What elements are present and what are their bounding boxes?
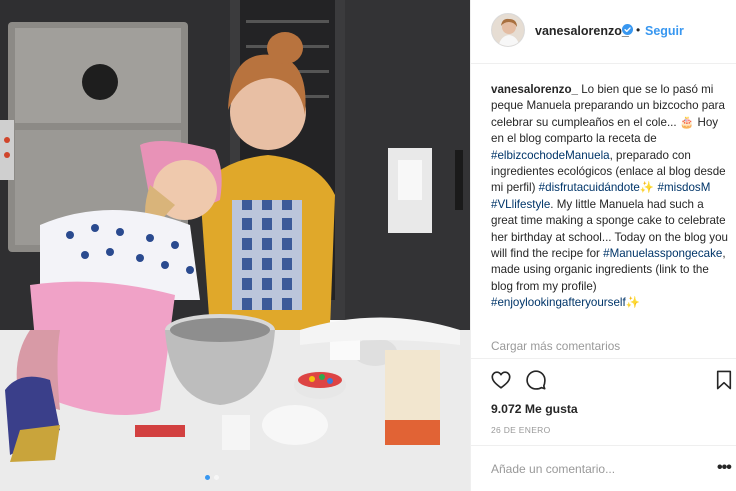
post-header: vanesalorenzo_ • Seguir: [471, 0, 736, 64]
avatar-image: [492, 14, 524, 46]
photo-illustration: [0, 0, 470, 491]
caption-username-link[interactable]: vanesalorenzo_: [491, 83, 578, 96]
cake-emoji: 🎂: [679, 115, 695, 129]
more-options-button[interactable]: •••: [717, 459, 732, 477]
hashtag-link[interactable]: #VLlifestyle: [491, 198, 550, 211]
post-sidebar: vanesalorenzo_ • Seguir vanesalorenzo_ L…: [470, 0, 736, 491]
sparkles-emoji: ✨: [625, 296, 641, 310]
follow-button[interactable]: Seguir: [645, 24, 684, 38]
hashtag-link[interactable]: #enjoylookingafteryourself: [491, 296, 626, 309]
username-link[interactable]: vanesalorenzo_: [535, 24, 629, 38]
carousel-dot-active: [205, 475, 210, 480]
load-more-comments-button[interactable]: Cargar más comentarios: [491, 339, 620, 353]
likes-count[interactable]: 9.072 Me gusta: [491, 402, 578, 416]
post-caption: vanesalorenzo_ Lo bien que se lo pasó mi…: [491, 82, 729, 312]
carousel-indicator: [205, 475, 219, 480]
action-bar: [471, 358, 736, 398]
bookmark-icon[interactable]: [715, 369, 733, 391]
hashtag-link[interactable]: #Manuelasspongecake: [603, 247, 722, 260]
comment-icon[interactable]: [525, 369, 547, 391]
post-photo[interactable]: [0, 0, 470, 491]
sparkles-emoji: ✨: [639, 181, 655, 195]
instagram-post: vanesalorenzo_ • Seguir vanesalorenzo_ L…: [0, 0, 736, 491]
comment-form: •••: [471, 445, 736, 491]
verified-badge-icon: [622, 24, 633, 35]
heart-icon[interactable]: [490, 369, 512, 391]
hashtag-link[interactable]: #misdosM: [658, 181, 711, 194]
post-date: 26 DE ENERO: [491, 425, 551, 435]
hashtag-link[interactable]: #disfrutacuidándote: [539, 181, 640, 194]
header-separator: •: [636, 23, 641, 37]
hashtag-link[interactable]: #elbizcochodeManuela: [491, 149, 610, 162]
avatar[interactable]: [491, 13, 525, 47]
comment-input[interactable]: [491, 462, 691, 476]
carousel-dot: [214, 475, 219, 480]
